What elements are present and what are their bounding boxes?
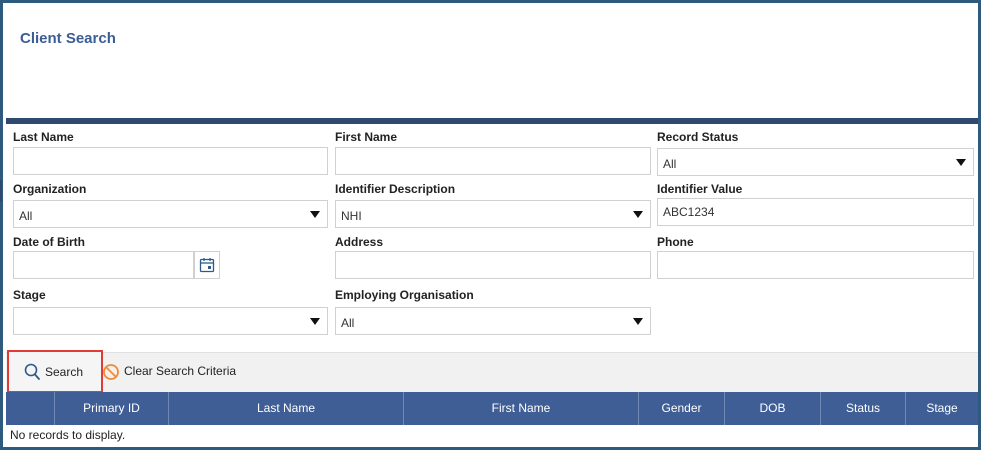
first-name-input[interactable]: [335, 147, 651, 175]
employing-organisation-select[interactable]: All: [335, 307, 651, 335]
identifier-value-label: Identifier Value: [657, 182, 743, 196]
record-status-select[interactable]: All: [657, 148, 974, 176]
column-header-first-name[interactable]: First Name: [403, 392, 638, 425]
search-toolbar: Search Clear Search Criteria: [6, 350, 978, 393]
address-label: Address: [335, 235, 384, 249]
chevron-down-icon[interactable]: [949, 149, 973, 175]
chevron-down-icon[interactable]: [626, 201, 650, 227]
stage-select[interactable]: [13, 307, 328, 335]
record-status-value: All: [663, 157, 677, 171]
search-button-label: Search: [45, 365, 84, 379]
search-button[interactable]: Search: [7, 350, 103, 393]
last-name-label: Last Name: [13, 130, 74, 144]
record-status-label: Record Status: [657, 130, 739, 144]
first-name-label: First Name: [335, 130, 398, 144]
column-header-stage[interactable]: Stage: [905, 392, 978, 425]
employing-organisation-label: Employing Organisation: [335, 288, 474, 302]
row-marker: [0, 180, 2, 202]
column-header-status[interactable]: Status: [820, 392, 905, 425]
identifier-value-input[interactable]: [657, 198, 974, 226]
last-name-input[interactable]: [13, 147, 328, 175]
date-of-birth-label: Date of Birth: [13, 235, 85, 249]
phone-label: Phone: [657, 235, 694, 249]
page-title: Client Search: [20, 30, 116, 47]
column-header-gender[interactable]: Gender: [638, 392, 724, 425]
search-icon: [24, 363, 40, 380]
identifier-description-value: NHI: [341, 209, 362, 223]
column-header-last-name[interactable]: Last Name: [168, 392, 403, 425]
empty-grid-message: No records to display.: [10, 428, 126, 442]
identifier-description-label: Identifier Description: [335, 182, 456, 196]
prohibited-icon: [103, 364, 119, 380]
search-form: Last Name First Name Record Status All O…: [6, 118, 978, 352]
address-input[interactable]: [335, 251, 651, 279]
column-header-dob[interactable]: DOB: [724, 392, 820, 425]
chevron-down-icon[interactable]: [303, 201, 327, 227]
column-header-primary-id[interactable]: Primary ID: [54, 392, 168, 425]
date-of-birth-input[interactable]: [13, 251, 194, 279]
phone-input[interactable]: [657, 251, 974, 279]
organization-label: Organization: [13, 182, 87, 196]
calendar-icon: [199, 258, 215, 273]
organization-value: All: [19, 209, 33, 223]
stage-label: Stage: [13, 288, 46, 302]
date-picker-button[interactable]: [194, 251, 220, 279]
grid-header: Primary ID Last Name First Name Gender D…: [6, 392, 978, 425]
identifier-description-select[interactable]: NHI: [335, 200, 651, 228]
clear-search-criteria-label: Clear Search Criteria: [124, 364, 237, 378]
chevron-down-icon[interactable]: [626, 308, 650, 334]
chevron-down-icon[interactable]: [303, 308, 327, 334]
column-header-select: [6, 392, 54, 425]
results-grid: Primary ID Last Name First Name Gender D…: [6, 392, 978, 447]
organization-select[interactable]: All: [13, 200, 328, 228]
employing-organisation-value: All: [341, 316, 355, 330]
